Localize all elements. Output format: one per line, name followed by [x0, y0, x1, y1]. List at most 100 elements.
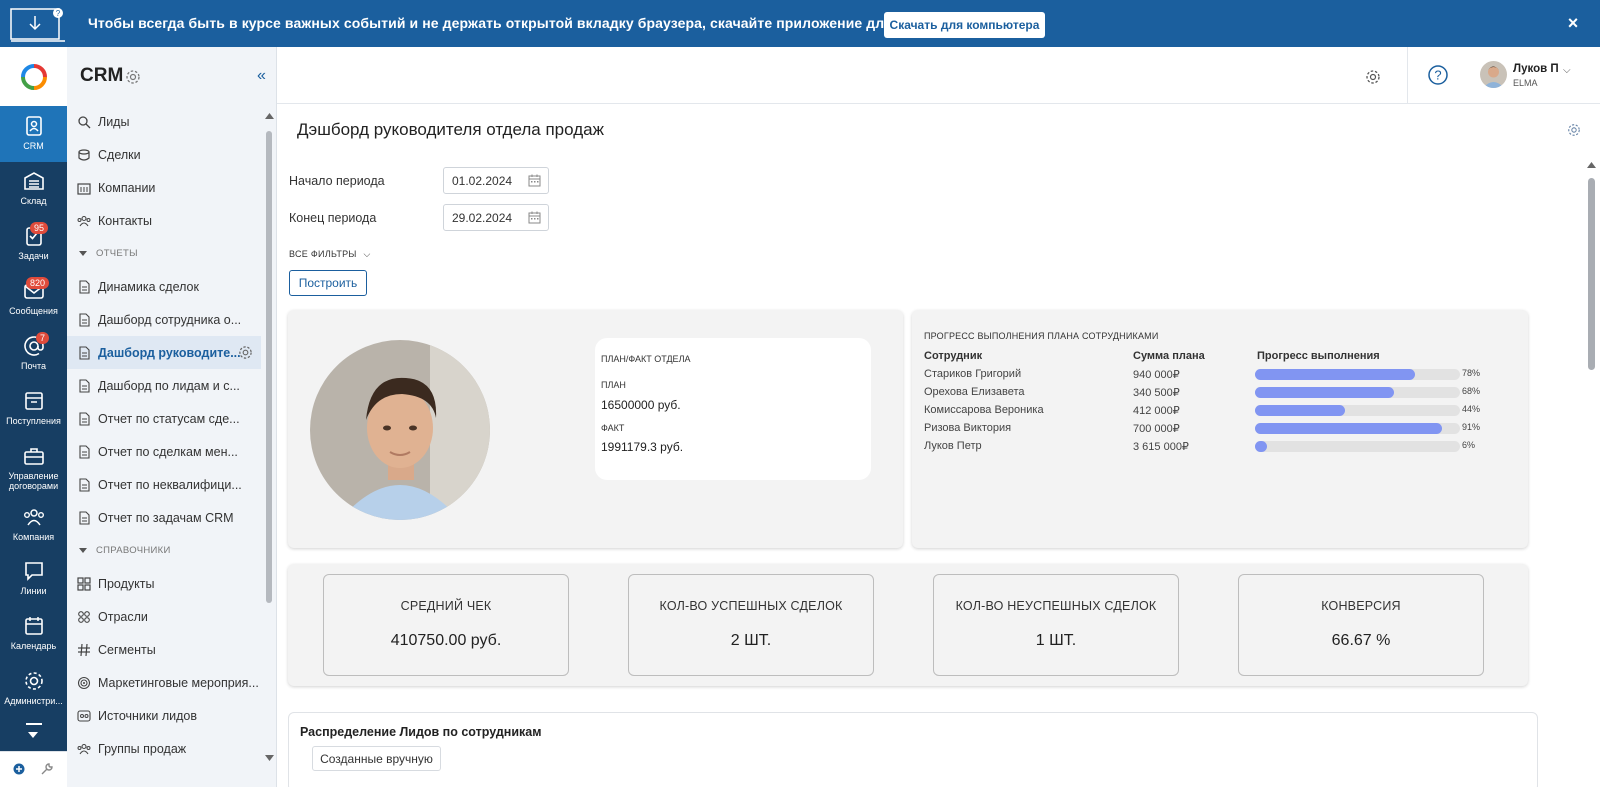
- sidebar-report-item[interactable]: Отчет по неквалифици...: [67, 468, 261, 501]
- kpi-value: 1 ШТ.: [1035, 632, 1077, 649]
- collapse-sidebar-icon[interactable]: «: [257, 67, 266, 85]
- add-circle-icon[interactable]: [13, 763, 25, 775]
- user-menu-chevron-icon[interactable]: ⌵: [1563, 65, 1571, 76]
- main-scroll-thumb[interactable]: [1588, 178, 1595, 370]
- close-banner-button[interactable]: ×: [1563, 13, 1583, 33]
- rail-item-calendar[interactable]: Календарь: [0, 606, 67, 662]
- all-filters-label: ВСЕ ФИЛЬТРЫ: [289, 249, 357, 259]
- sidebar-item-contacts[interactable]: Контакты: [67, 204, 261, 237]
- user-name[interactable]: Луков П: [1513, 63, 1559, 75]
- rail-item-contracts[interactable]: Управление договорами: [0, 436, 67, 498]
- crm-sidebar: CRM « Лиды Сделки Компании Контакты ОТЧЕ…: [67, 47, 277, 787]
- tasks-badge: 95: [30, 222, 49, 234]
- build-button[interactable]: Построить: [289, 270, 367, 296]
- all-filters-link[interactable]: ВСЕ ФИЛЬТРЫ ⌵: [289, 249, 371, 260]
- employee-panel: ПЛАН/ФАКТ ОТДЕЛА ПЛАН 16500000 руб. ФАКТ…: [288, 310, 903, 548]
- sidebar-report-item[interactable]: Отчет по сделкам мен...: [67, 435, 261, 468]
- elma-logo[interactable]: [0, 47, 67, 107]
- rail-label: Администри...: [4, 696, 63, 706]
- progress-track: [1255, 387, 1460, 398]
- employee-name: Орехова Елизавета: [924, 386, 1025, 398]
- page-settings-gear-icon[interactable]: [1567, 123, 1581, 137]
- progress-percent: 78%: [1462, 368, 1481, 378]
- rail-label: Линии: [20, 586, 47, 596]
- sidebar-scrollbar[interactable]: [264, 113, 274, 783]
- sidebar-report-item[interactable]: Отчет по задачам CRM: [67, 501, 261, 534]
- leads-distribution-card: Распределение Лидов по сотрудникам Созда…: [288, 712, 1538, 787]
- rail-item-tasks[interactable]: 95 Задачи: [0, 216, 67, 272]
- sidebar-scroll-thumb[interactable]: [266, 131, 272, 603]
- main-scrollbar[interactable]: [1585, 162, 1597, 787]
- sidebar-item-label: Динамика сделок: [98, 279, 199, 294]
- rail-more-chevron-icon[interactable]: [27, 731, 39, 739]
- sidebar-section-refs[interactable]: СПРАВОЧНИКИ: [67, 534, 261, 567]
- scroll-down-arrow-icon[interactable]: [265, 755, 274, 761]
- rail-item-messages[interactable]: 820 Сообщения: [0, 271, 67, 327]
- sidebar-item-label: Дашборд руководите...: [98, 345, 241, 360]
- sidebar-settings-gear-icon[interactable]: [125, 69, 141, 85]
- sidebar-item-label: Сегменты: [98, 642, 156, 657]
- kpi-label: КОНВЕРСИЯ: [1321, 599, 1401, 613]
- user-org: ELMA: [1513, 78, 1538, 88]
- sidebar-report-item[interactable]: Дашборд сотрудника о...: [67, 303, 261, 336]
- kpi-value: 66.67 %: [1331, 632, 1391, 649]
- employee-name: Стариков Григорий: [924, 368, 1022, 380]
- companies-building-icon: [77, 182, 91, 195]
- wrench-icon[interactable]: [40, 762, 54, 776]
- user-avatar[interactable]: [1480, 61, 1507, 88]
- sidebar-item-products[interactable]: Продукты: [67, 567, 261, 600]
- sidebar-item-leads[interactable]: Лиды: [67, 105, 261, 138]
- sidebar-section-reports[interactable]: ОТЧЕТЫ: [67, 237, 261, 270]
- contracts-icon: [23, 448, 44, 465]
- download-desktop-button[interactable]: Скачать для компьютера: [884, 12, 1045, 38]
- rail-item-crm[interactable]: CRM: [0, 106, 67, 162]
- item-settings-gear-icon[interactable]: [238, 345, 253, 360]
- plan-sum: 340 500₽: [1133, 387, 1180, 399]
- help-question-icon[interactable]: ?: [1428, 65, 1448, 85]
- progress-row: Ризова Виктория 700 000₽ 91%: [912, 422, 1512, 440]
- deals-coins-icon: [78, 148, 90, 161]
- sidebar-item-sales-groups[interactable]: Группы продаж: [67, 732, 261, 765]
- period-end-input[interactable]: 29.02.2024: [443, 204, 549, 231]
- calendar-picker-icon[interactable]: [528, 211, 541, 224]
- kpi-card-average-check: СРЕДНИЙ ЧЕК 410750.00 руб.: [323, 574, 569, 676]
- rail-item-warehouse[interactable]: Склад: [0, 161, 67, 217]
- header-settings-gear-icon[interactable]: [1365, 69, 1381, 85]
- calendar-picker-icon[interactable]: [528, 174, 541, 187]
- sidebar-report-item-active[interactable]: Дашборд руководите...: [67, 336, 261, 369]
- rail-item-lines[interactable]: Линии: [0, 551, 67, 607]
- products-grid-icon: [77, 576, 91, 591]
- sidebar-item-companies[interactable]: Компании: [67, 171, 261, 204]
- sidebar-item-marketing[interactable]: Маркетинговые мероприя...: [67, 666, 261, 699]
- document-icon: [79, 510, 90, 525]
- created-manually-tab[interactable]: Созданные вручную: [312, 746, 441, 771]
- sidebar-item-deals[interactable]: Сделки: [67, 138, 261, 171]
- scroll-up-arrow-icon[interactable]: [265, 113, 274, 119]
- rail-item-inbox[interactable]: Поступления: [0, 381, 67, 437]
- kpi-label: КОЛ-ВО УСПЕШНЫХ СДЕЛОК: [659, 599, 843, 613]
- sidebar-report-item[interactable]: Динамика сделок: [67, 270, 261, 303]
- desktop-download-icon: ?: [10, 8, 65, 42]
- top-header: ? Луков П ELMA ⌵: [277, 47, 1600, 104]
- rail-bottom-bar: [0, 751, 67, 787]
- rail-item-mail[interactable]: 7 Почта: [0, 326, 67, 382]
- period-start-input[interactable]: 01.02.2024: [443, 167, 549, 194]
- document-icon: [79, 477, 90, 492]
- elma-logo-icon: [20, 63, 47, 90]
- scroll-up-arrow-icon[interactable]: [1587, 162, 1596, 168]
- rail-item-admin[interactable]: Администри...: [0, 661, 67, 717]
- sidebar-item-segments[interactable]: Сегменты: [67, 633, 261, 666]
- rail-item-company[interactable]: Компания: [0, 497, 67, 553]
- plan-sum: 940 000₽: [1133, 369, 1180, 381]
- progress-percent: 6%: [1462, 440, 1476, 450]
- sidebar-report-item[interactable]: Дашборд по лидам и с...: [67, 369, 261, 402]
- messages-badge: 820: [26, 277, 50, 289]
- leads-distribution-title: Распределение Лидов по сотрудникам: [300, 725, 542, 739]
- rail-label: Склад: [20, 196, 47, 206]
- sidebar-item-label: Отчет по неквалифици...: [98, 477, 242, 492]
- sidebar-item-industries[interactable]: Отрасли: [67, 600, 261, 633]
- sidebar-item-lead-sources[interactable]: Источники лидов: [67, 699, 261, 732]
- sidebar-report-item[interactable]: Отчет по статусам сде...: [67, 402, 261, 435]
- employee-photo-image: [310, 340, 490, 520]
- kpi-value: 410750.00 руб.: [390, 632, 502, 649]
